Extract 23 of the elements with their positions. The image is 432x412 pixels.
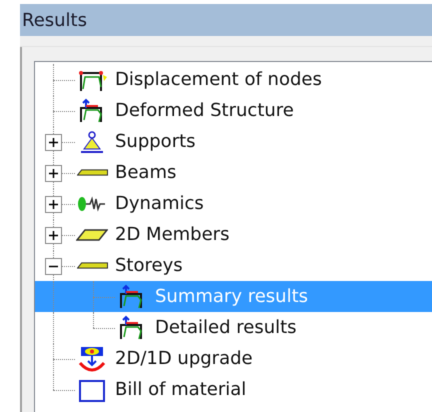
tree-item[interactable]: Deformed Structure [115, 100, 294, 121]
tree-item[interactable]: Displacement of nodes [115, 69, 322, 90]
plus-icon [49, 230, 58, 240]
panel-title: Results [22, 10, 87, 30]
plus-icon [49, 200, 58, 208]
expander[interactable] [45, 164, 62, 182]
expander[interactable] [45, 258, 62, 274]
expander[interactable] [45, 196, 62, 212]
tree-item[interactable]: Supports [115, 131, 196, 152]
plate-icon [76, 228, 108, 240]
tree-item[interactable]: 2D Members [115, 224, 230, 245]
plus-icon [49, 138, 58, 146]
expander[interactable] [45, 134, 62, 150]
tree-item[interactable]: Bill of material [115, 379, 246, 400]
tree-item[interactable]: Storeys [115, 255, 183, 276]
beam-icon [76, 169, 108, 176]
tree-item[interactable]: Dynamics [115, 193, 204, 214]
tree-item[interactable]: Beams [115, 162, 176, 183]
beam-icon [76, 262, 108, 269]
tree-item[interactable]: 2D/1D upgrade [115, 348, 253, 369]
plus-icon [49, 168, 58, 178]
expander[interactable] [45, 226, 62, 244]
tree-item[interactable]: Detailed results [155, 317, 297, 338]
